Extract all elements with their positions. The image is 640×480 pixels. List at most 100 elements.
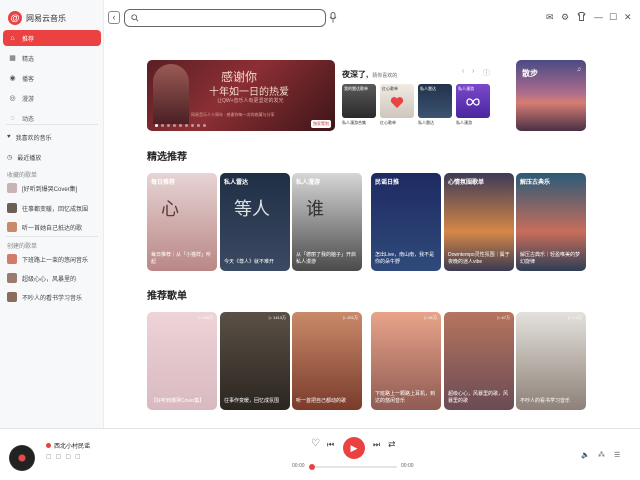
playlist-thumbnail [7,203,17,213]
banner-dot[interactable] [203,124,206,127]
volume-icon[interactable]: 🔈 [581,451,590,459]
banner-dot[interactable] [173,124,176,127]
daily-card-label: 我的雷达歌单 [344,86,368,91]
like-icon[interactable]: ♡ [311,438,320,449]
playlist-card[interactable]: ▷ 201万 听一首把自己都动的歌 [292,312,362,410]
play-button[interactable]: ▶ [343,437,365,459]
more-icon[interactable]: ▢ [75,453,81,460]
clock-icon: ◷ [7,154,13,161]
daily-card[interactable]: 私人漫游 私人漫游 [456,84,490,128]
created-playlist-item[interactable]: 下班路上一束的悠闲音乐 [7,253,88,265]
hero-banner[interactable]: 感谢你 十年如一日的热爱 让QW+音乐人有更坚定的发光 网易音乐人十周年 · 感… [147,60,335,131]
featured-card-title: 从「德丽了我的脑子」开启私人漫游 [296,252,357,265]
album-disc[interactable] [9,445,35,471]
featured-card[interactable]: 私人漫游 谁 从「德丽了我的脑子」开启私人漫游 [292,173,362,271]
daily-card[interactable]: 私人雷达 私人雷达 [418,84,452,128]
settings-icon[interactable]: ⚙ [561,12,569,23]
collected-playlist-item[interactable]: 听一首她自己抵达的歌 [7,221,82,233]
banner-dot[interactable] [155,124,158,127]
like-small-icon[interactable]: ▢ [46,453,52,460]
progress-handle[interactable] [309,464,315,470]
heart-icon [390,97,404,108]
now-playing[interactable]: 西北小村民谣 [46,441,90,450]
next-icon[interactable]: › [472,68,474,75]
playlist-card[interactable]: ▷ 67万 超级心心，风暴里的歌，风暴里的歌 [444,312,514,410]
created-playlists-title: 创建的歌单 [7,244,38,250]
collected-playlist-item[interactable]: 往事都变暖，回忆成氛围 [7,202,88,214]
featured-card[interactable]: 私人雷达 等人 今天《尊人》就不难开 [220,173,290,271]
mail-icon[interactable]: ✉ [546,12,554,23]
playlist-card-title: 往事作变暖，回忆成氛围 [224,398,280,404]
banner-dot[interactable] [167,124,170,127]
sidebar-item-recent[interactable]: ◷ 最近播放 [7,151,41,163]
playlist-icon[interactable]: ☰ [614,451,620,459]
daily-card-caption: 红心歌单 [380,120,396,125]
nav-item-roam[interactable]: ◎ 漫游 [3,90,101,106]
info-icon[interactable]: ⓘ [483,68,490,78]
banner-line-2: 十年如一日的热爱 [209,87,289,98]
daily-card-caption: 私人漫游 [456,120,472,125]
sidebar-item-label: 我喜欢的音乐 [15,135,52,142]
collected-playlist-item[interactable]: [好听到爆哭Cover集] [7,182,77,194]
playlist-card[interactable]: ▷ 538万 【好听到爆哭Cover集】 [147,312,217,410]
daily-card[interactable]: 红心歌单 红心歌单 [380,84,414,128]
featured-card[interactable]: 心情氛围歌单 Downtempo灵性氛围｜属于夜晚的迷人vibe [444,173,514,271]
playlist-card[interactable]: ▷ 1413万 往事作变暖，回忆成氛围 [220,312,290,410]
featured-section-title: 精选推荐 [147,152,187,163]
banner-dot[interactable] [185,124,188,127]
back-button[interactable]: ‹ [108,11,120,24]
created-playlist-item[interactable]: 超级心心，风暴里的 [7,272,76,284]
minimize-button[interactable]: — [594,12,603,22]
lyrics-icon[interactable]: ⁂ [598,451,605,459]
nav-item-recommend[interactable]: ⌂ 推荐 [3,30,101,46]
banner-dot[interactable] [191,124,194,127]
share-icon[interactable]: ▢ [65,453,71,460]
nav-item-podcast[interactable]: ◉ 播客 [3,70,101,86]
close-button[interactable]: ✕ [624,12,632,23]
maximize-button[interactable]: ☐ [609,12,617,23]
featured-card-title: 怎出Live，南山南，我不是你的朵牛野 [375,252,435,265]
daily-card-caption: 私人雷达 [418,120,434,125]
banner-line-4: 网易音乐人十周年 · 感谢你每一次的收藏与分享 [191,112,275,117]
music-note-icon: ♫ [576,67,582,73]
featured-card[interactable]: 民谣日推 怎出Live，南山南，我不是你的朵牛野 [371,173,441,271]
current-time: 00:00 [292,463,305,469]
daily-card[interactable]: 我的雷达歌单 私人漫游合集 [342,84,376,128]
banner-dot[interactable] [179,124,182,127]
nav-item-featured[interactable]: ▦ 精选 [3,50,101,66]
featured-card-head: 解压古典乐 [520,180,551,186]
next-icon[interactable]: ⏭ [373,440,380,450]
nav-item-label: 漫游 [22,96,35,103]
microphone-icon[interactable] [329,12,337,26]
playlist-thumbnail [7,222,17,232]
banner-dot[interactable] [161,124,164,127]
daily-recommend-panel: 夜深了, 猜你喜欢的 ‹ › ⓘ 我的雷达歌单 私人漫游合集 红心歌单 红心歌单… [340,60,496,131]
previous-icon[interactable]: ⏮ [327,440,334,450]
playlist-label: 听一首她自己抵达的歌 [22,225,83,232]
playlist-card[interactable]: ▷ 81万 下班路上一颗路上耳机，到达的悠闲音乐 [371,312,441,410]
playlist-card-title: 【好听到爆哭Cover集】 [151,398,205,404]
app-logo[interactable]: @ 网易云音乐 [8,11,66,25]
shuffle-icon[interactable]: ⇄ [388,439,396,450]
featured-card[interactable]: 每日推荐 心 每日推荐｜从「小猫样」听起 [147,173,217,271]
banner-dot[interactable] [197,124,200,127]
roam-icon: ◎ [9,94,16,102]
daily-card-label: 私人雷达 [420,86,436,91]
sidebar-item-liked-music[interactable]: ♥ 我喜欢的音乐 [7,131,52,143]
playlist-card-title: 超级心心，风暴里的歌，风暴里的歌 [448,391,509,404]
created-playlist-item[interactable]: 不吵人的看书学习音乐 [7,291,82,303]
progress-bar[interactable] [309,464,397,470]
featured-card[interactable]: 解压古典乐 解压古典乐｜轻盈唯美的梦幻旋律 [516,173,586,271]
play-count: ▷ 1413万 [268,315,286,320]
side-banner[interactable]: 散步 ♫ [516,60,586,131]
playlists-section-title: 推荐歌单 [147,291,187,302]
prev-icon[interactable]: ‹ [462,68,464,75]
comment-icon[interactable]: ▢ [56,453,62,460]
infinity-icon [466,98,480,106]
search-box[interactable] [124,9,326,27]
playlist-card[interactable]: ▷ 2.4万 不吵人的看书学习音乐 [516,312,586,410]
featured-card-title: 今天《尊人》就不难开 [224,259,275,265]
search-input[interactable] [143,15,325,21]
skin-icon[interactable] [577,12,586,23]
banner-pagination [155,124,206,127]
